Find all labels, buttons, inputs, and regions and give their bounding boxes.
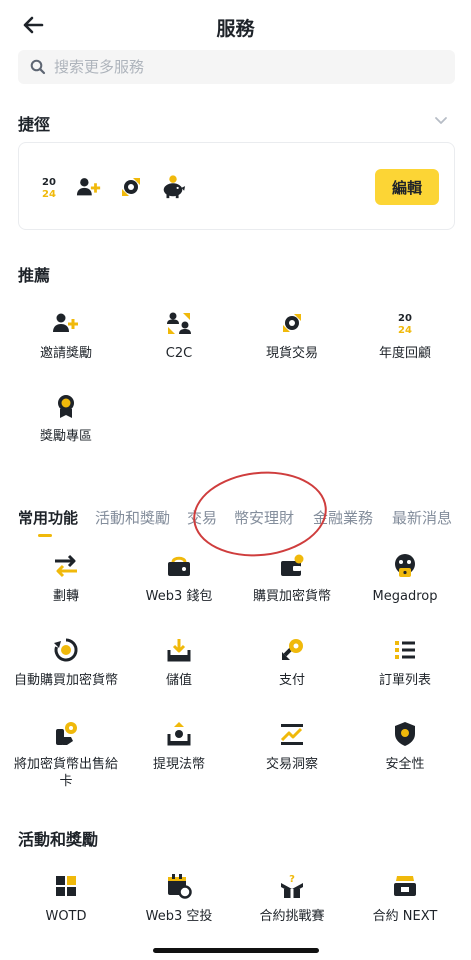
pay-icon — [278, 636, 306, 664]
c2c-users-icon — [165, 309, 193, 337]
activities-item-futures-next[interactable]: 合約 NEXT — [346, 872, 464, 925]
common-item-trade-insight[interactable]: 交易洞察 — [233, 720, 351, 773]
recommended-item-label: 現貨交易 — [265, 346, 318, 361]
tab-activities[interactable]: 活動和獎勵 — [95, 507, 170, 528]
common-item-buy-crypto[interactable]: 購買加密貨幣 — [233, 552, 351, 605]
order-list-icon — [391, 636, 419, 664]
svg-text:24: 24 — [398, 325, 412, 335]
chevron-down-icon[interactable] — [433, 112, 449, 128]
invite-user-icon[interactable] — [76, 174, 102, 200]
tab-finance[interactable]: 金融業務 — [313, 507, 373, 528]
wotd-icon — [52, 872, 80, 900]
recommended-item-label: 年度回顧 — [378, 346, 431, 361]
recommended-item-c2c[interactable]: C2C — [120, 309, 238, 362]
2024-review-icon: 20 24 — [391, 309, 419, 337]
search-icon — [30, 59, 46, 75]
common-item-label: 安全性 — [385, 757, 425, 772]
futures-next-icon — [391, 872, 419, 900]
common-item-sell-to-card[interactable]: 將加密貨幣出售給卡 — [7, 720, 125, 790]
trade-insight-icon — [278, 720, 306, 748]
tab-common[interactable]: 常用功能 — [18, 507, 78, 528]
common-item-label: 將加密貨幣出售給卡 — [13, 757, 118, 789]
tab-news[interactable]: 最新消息 — [392, 507, 452, 528]
svg-text:?: ? — [289, 874, 295, 885]
common-item-megadrop[interactable]: Megadrop — [346, 552, 464, 605]
tab-binance-earn[interactable]: 幣安理財 — [234, 507, 294, 528]
spot-trade-icon[interactable] — [118, 174, 144, 200]
common-item-label: 交易洞察 — [265, 757, 318, 772]
common-item-label: 支付 — [278, 673, 305, 688]
activities-title: 活動和獎勵 — [18, 830, 99, 849]
category-tabs: 常用功能 活動和獎勵 交易 幣安理財 金融業務 最新消息 — [0, 507, 471, 537]
buy-crypto-icon — [278, 552, 306, 580]
common-item-label: 劃轉 — [52, 589, 79, 604]
common-item-web3-wallet[interactable]: Web3 錢包 — [120, 552, 238, 605]
recommended-title: 推薦 — [18, 266, 51, 285]
transfer-arrows-icon — [52, 552, 80, 580]
reward-medal-icon — [52, 392, 80, 420]
svg-text:20: 20 — [398, 313, 412, 324]
web3-airdrop-icon — [165, 872, 193, 900]
deposit-icon — [165, 636, 193, 664]
recommended-item-label: C2C — [165, 346, 193, 361]
activities-item-web3-airdrop[interactable]: Web3 空投 — [120, 872, 238, 925]
activities-item-label: 合約 NEXT — [372, 909, 438, 924]
web3-wallet-icon — [165, 552, 193, 580]
common-item-withdraw-fiat[interactable]: 提現法幣 — [120, 720, 238, 773]
search-bar[interactable] — [18, 50, 455, 84]
common-item-pay[interactable]: 支付 — [233, 636, 351, 689]
activities-item-wotd[interactable]: WOTD — [7, 872, 125, 925]
invite-user-icon — [52, 309, 80, 337]
auto-invest-icon — [52, 636, 80, 664]
home-indicator — [153, 948, 319, 953]
recommended-item-rewards[interactable]: 獎勵專區 — [7, 392, 125, 445]
2024-review-icon[interactable]: 20 24 — [36, 174, 62, 200]
search-input[interactable] — [54, 58, 434, 76]
activities-item-label: Web3 空投 — [145, 909, 213, 924]
tab-active-indicator — [38, 534, 52, 537]
megadrop-icon — [391, 552, 419, 580]
common-item-label: 訂單列表 — [378, 673, 431, 688]
page-title: 服務 — [216, 18, 255, 40]
spot-trade-icon — [278, 309, 306, 337]
shortcuts-title: 捷徑 — [18, 115, 51, 134]
common-item-label: 儲值 — [165, 673, 192, 688]
recommended-item-invite[interactable]: 邀請獎勵 — [7, 309, 125, 362]
common-item-label: 提現法幣 — [152, 757, 205, 772]
withdraw-fiat-icon — [165, 720, 193, 748]
shortcuts-card: 20 24 編輯 — [18, 142, 455, 230]
common-item-auto-invest[interactable]: 自動購買加密貨幣 — [7, 636, 125, 689]
common-item-label: 自動購買加密貨幣 — [13, 673, 118, 688]
svg-text:24: 24 — [42, 189, 56, 199]
piggy-bank-icon[interactable] — [160, 174, 186, 200]
common-item-label: 購買加密貨幣 — [252, 589, 331, 604]
recommended-item-label: 邀請獎勵 — [39, 346, 92, 361]
futures-challenge-icon: ? — [278, 872, 306, 900]
common-item-transfer[interactable]: 劃轉 — [7, 552, 125, 605]
common-item-label: Web3 錢包 — [145, 589, 213, 604]
common-item-order-list[interactable]: 訂單列表 — [346, 636, 464, 689]
security-shield-icon — [391, 720, 419, 748]
activities-item-futures-challenge[interactable]: ? 合約挑戰賽 — [233, 872, 351, 925]
recommended-item-year-review[interactable]: 20 24 年度回顧 — [346, 309, 464, 362]
edit-button[interactable]: 編輯 — [375, 169, 439, 205]
sell-to-card-icon — [52, 720, 80, 748]
activities-item-label: 合約挑戰賽 — [259, 909, 325, 924]
recommended-item-label: 獎勵專區 — [39, 429, 92, 444]
svg-text:20: 20 — [42, 177, 56, 188]
tab-trade[interactable]: 交易 — [187, 507, 217, 528]
activities-item-label: WOTD — [45, 909, 87, 924]
header: 服務 — [0, 0, 471, 50]
common-item-security[interactable]: 安全性 — [346, 720, 464, 773]
common-item-deposit[interactable]: 儲值 — [120, 636, 238, 689]
recommended-item-spot[interactable]: 現貨交易 — [233, 309, 351, 362]
common-item-label: Megadrop — [372, 589, 438, 604]
